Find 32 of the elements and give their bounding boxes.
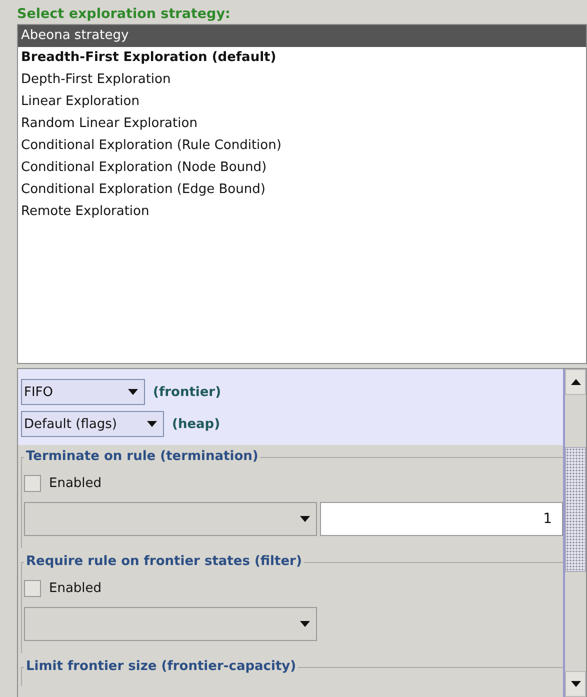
option-label: (frontier) <box>153 384 222 400</box>
option-label: (heap) <box>172 416 220 432</box>
strategy-item[interactable]: Breadth-First Exploration (default) <box>18 47 586 69</box>
dropdown[interactable]: Default (flags) <box>21 411 164 437</box>
strategy-item[interactable]: Depth-First Exploration <box>18 69 586 91</box>
scrollbar[interactable] <box>563 369 586 697</box>
up-arrow-icon <box>570 379 580 385</box>
enabled-checkbox[interactable]: Enabled <box>24 472 563 494</box>
rule-dropdown[interactable] <box>24 607 317 641</box>
caret-icon <box>147 421 157 427</box>
group-title: Require rule on frontier states (filter) <box>24 554 304 569</box>
group-title: Limit frontier size (frontier-capacity) <box>24 659 298 674</box>
caret-icon <box>128 389 138 395</box>
list-heading: Select exploration strategy: <box>17 6 232 24</box>
caret-icon <box>300 516 310 522</box>
number-field[interactable]: 1 <box>320 502 563 536</box>
strategy-item[interactable]: Conditional Exploration (Node Bound) <box>18 157 586 179</box>
enabled-checkbox[interactable]: Enabled <box>24 577 563 599</box>
scroll-up-button[interactable] <box>565 369 586 395</box>
strategy-item[interactable]: Conditional Exploration (Edge Bound) <box>18 179 586 201</box>
rule-dropdown[interactable] <box>24 502 317 536</box>
down-arrow-icon <box>570 681 580 687</box>
strategy-item[interactable]: Abeona strategy <box>18 25 586 47</box>
caret-icon <box>300 621 310 627</box>
group-title: Terminate on rule (termination) <box>24 449 260 464</box>
strategy-item[interactable]: Random Linear Exploration <box>18 113 586 135</box>
scroll-down-button[interactable] <box>565 671 586 697</box>
dropdown[interactable]: FIFO <box>21 379 145 405</box>
strategy-item[interactable]: Remote Exploration <box>18 201 586 223</box>
strategy-item[interactable]: Conditional Exploration (Rule Condition) <box>18 135 586 157</box>
scroll-thumb[interactable] <box>565 447 586 572</box>
strategy-item[interactable]: Linear Exploration <box>18 91 586 113</box>
